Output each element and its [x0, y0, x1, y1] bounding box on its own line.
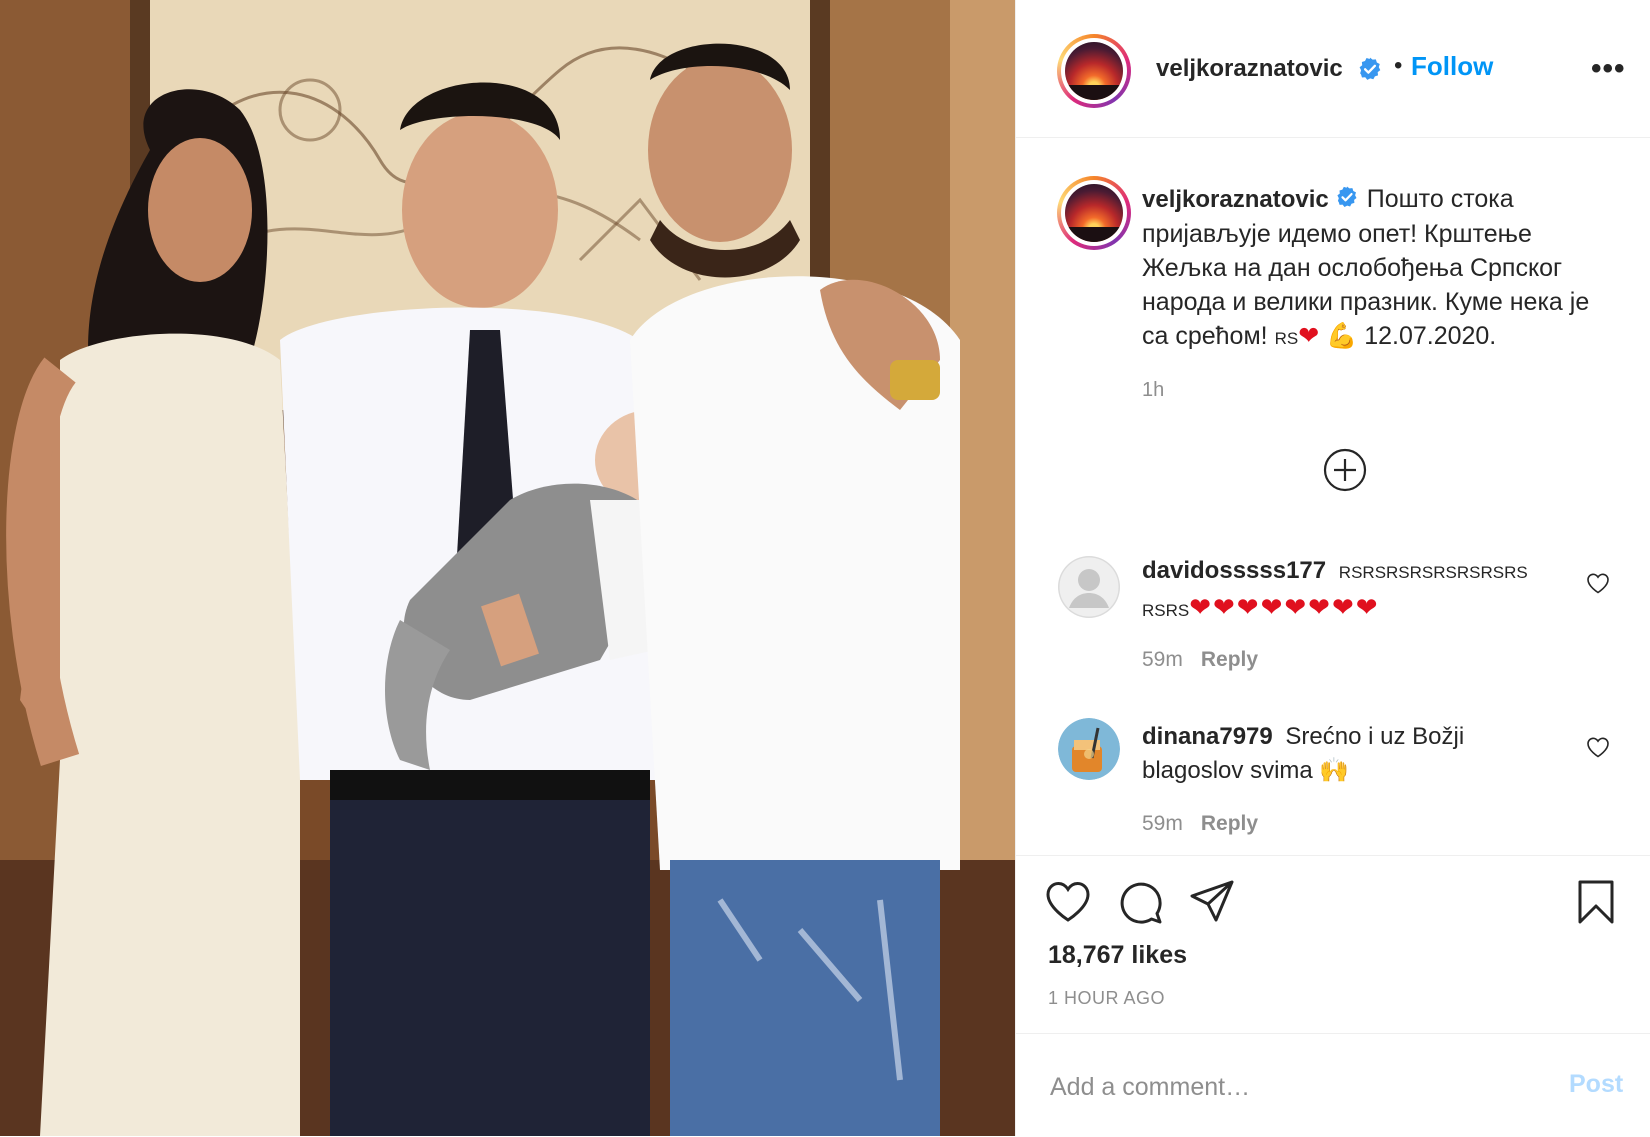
caption-username[interactable]: veljkoraznatovic	[1142, 186, 1329, 213]
default-avatar-icon[interactable]	[1058, 556, 1120, 618]
instagram-post: veljkoraznatovic • Follow ••• veljkorazn…	[0, 0, 1650, 1136]
more-options-icon[interactable]: •••	[1591, 52, 1626, 86]
caption-avatar[interactable]	[1057, 176, 1131, 250]
comment-body-flags: RSRSRSRSRSRSRSRS	[1338, 563, 1528, 582]
comment-meta: 59m Reply	[1142, 812, 1258, 836]
comment-meta: 59m Reply	[1142, 648, 1258, 672]
load-more-comments-icon[interactable]	[1323, 448, 1367, 492]
share-paper-plane-icon[interactable]	[1188, 878, 1236, 926]
post-actions: 18,767 likes 1 HOUR AGO	[1016, 855, 1650, 1026]
comment-username[interactable]: davidosssss177	[1142, 557, 1326, 584]
post-side-panel: veljkoraznatovic • Follow ••• veljkorazn…	[1015, 0, 1650, 1136]
like-heart-icon[interactable]	[1044, 878, 1092, 926]
comment-username[interactable]: dinana7979	[1142, 723, 1273, 750]
post-time-ago[interactable]: 1 HOUR AGO	[1048, 988, 1165, 1009]
post-comment-button[interactable]: Post	[1569, 1070, 1623, 1099]
verified-badge-icon	[1337, 186, 1357, 208]
add-comment-bar: Post	[1016, 1033, 1650, 1137]
author-username[interactable]: veljkoraznatovic	[1156, 55, 1343, 83]
photo-illustration	[0, 0, 1015, 1136]
heart-emoji-icon: ❤	[1298, 322, 1320, 350]
raising-hands-icon: 🙌	[1319, 757, 1350, 784]
heart-emojis: ❤❤❤❤❤❤❤❤	[1189, 592, 1380, 622]
flexed-biceps-icon: 💪	[1326, 322, 1358, 350]
caption-date: 12.07.2020.	[1364, 322, 1497, 350]
comment-text: dinana7979 Srećno i uz Božji blagoslov s…	[1142, 720, 1562, 788]
save-bookmark-icon[interactable]	[1572, 878, 1620, 926]
separator-dot: •	[1394, 52, 1403, 79]
reply-button[interactable]: Reply	[1201, 812, 1258, 835]
verified-badge-icon	[1359, 57, 1381, 80]
comment-input[interactable]	[1048, 1066, 1512, 1108]
author-avatar[interactable]	[1057, 34, 1131, 108]
avatar-image	[1065, 184, 1123, 242]
comment-bubble-icon[interactable]	[1116, 878, 1164, 926]
follow-button[interactable]: Follow	[1411, 51, 1493, 82]
reply-button[interactable]: Reply	[1201, 648, 1258, 671]
comment-time[interactable]: 59m	[1142, 812, 1183, 835]
comment-time[interactable]: 59m	[1142, 648, 1183, 671]
avatar-image	[1065, 42, 1123, 100]
comment-body-flags-2: RSRS	[1142, 601, 1190, 620]
commenter-avatar[interactable]	[1058, 718, 1120, 780]
caption-text: veljkoraznatovic Пошто стока пријављује …	[1142, 182, 1612, 356]
comment-like-heart-icon[interactable]	[1586, 736, 1610, 758]
post-header: veljkoraznatovic • Follow •••	[1016, 0, 1650, 138]
caption-timestamp[interactable]: 1h	[1142, 379, 1164, 402]
comment-text: davidosssss177 RSRSRSRSRSRSRSRS RSRS❤❤❤❤…	[1142, 554, 1562, 628]
post-photo[interactable]	[0, 0, 1015, 1136]
comment-like-heart-icon[interactable]	[1586, 572, 1610, 594]
flag-rs: RS	[1274, 329, 1299, 348]
likes-count[interactable]: 18,767 likes	[1048, 941, 1187, 970]
